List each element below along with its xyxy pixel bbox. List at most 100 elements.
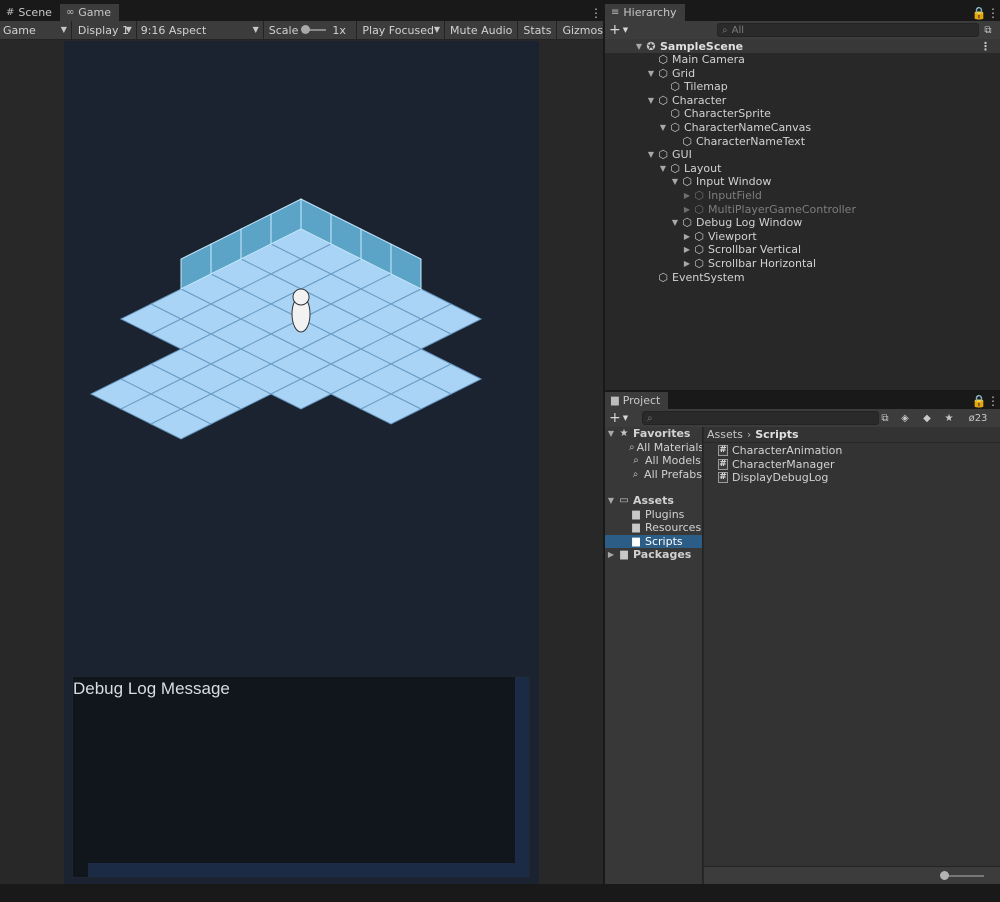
tab-project[interactable]: ▆ Project — [605, 392, 669, 409]
gameobject-cube-icon: ⬡ — [670, 121, 680, 134]
project-search-input[interactable]: ⌕ — [642, 411, 879, 425]
hidden-packages-toggle[interactable]: ø 23 — [963, 411, 993, 425]
hierarchy-item[interactable]: ▶ ⬡ InputField — [681, 189, 762, 202]
chevron-right-icon: › — [746, 428, 752, 441]
icon-size-slider[interactable] — [940, 871, 984, 880]
create-button[interactable]: + ▼ — [605, 21, 631, 39]
breadcrumb-assets[interactable]: Assets — [707, 428, 743, 441]
hierarchy-item[interactable]: ▼ ⬡ Grid — [645, 67, 695, 80]
display-dropdown[interactable]: Display 1 ▼ — [72, 21, 137, 39]
hierarchy-item[interactable]: ▶ ⬡ MultiPlayerGameController — [681, 203, 856, 216]
hierarchy-item[interactable]: ⬡ EventSystem — [645, 270, 745, 284]
file-character-manager[interactable]: # CharacterManager — [718, 458, 835, 471]
search-options-icon[interactable]: ⧉ — [980, 23, 996, 37]
game-canvas[interactable]: Debug Log Message — [64, 41, 539, 884]
hierarchy-item[interactable]: ▼ ⬡ CharacterNameCanvas — [657, 121, 811, 134]
fold-closed-icon[interactable]: ▶ — [605, 548, 617, 561]
file-display-debug-log[interactable]: # DisplayDebugLog — [718, 471, 828, 484]
favorite-all-prefabs[interactable]: ⌕ All Prefabs — [605, 468, 702, 481]
gameobject-cube-icon: ⬡ — [694, 229, 704, 243]
csharp-script-icon: # — [718, 445, 728, 456]
hierarchy-item[interactable]: ▶ ⬡ Scrollbar Horizontal — [681, 257, 816, 270]
fold-open-icon[interactable]: ▼ — [645, 94, 657, 107]
fold-closed-icon[interactable]: ▶ — [681, 257, 693, 270]
fold-closed-icon[interactable]: ▶ — [681, 189, 693, 202]
packages-folder-row[interactable]: ▶ ▆ Packages — [605, 548, 702, 561]
fold-open-icon[interactable]: ▼ — [605, 494, 617, 507]
view-mode-dropdown[interactable]: Game ▼ — [0, 21, 72, 39]
scrollbar-vertical[interactable] — [515, 677, 529, 864]
hierarchy-item[interactable]: ⬡ CharacterSprite — [657, 107, 771, 120]
create-asset-button[interactable]: + ▼ — [605, 409, 631, 427]
gamepad-icon: ∞ — [65, 7, 75, 18]
lock-icon[interactable]: 🔒 — [972, 4, 987, 21]
hierarchy-search-input[interactable]: ⌕ All — [717, 23, 979, 37]
gameobject-cube-icon: ⬡ — [694, 257, 704, 270]
csharp-script-icon: # — [718, 459, 728, 470]
hierarchy-item[interactable]: ⬡ Main Camera — [645, 53, 745, 66]
hierarchy-item[interactable]: ▼ ⬡ Character — [645, 94, 726, 107]
fold-open-icon[interactable]: ▼ — [645, 148, 657, 161]
scene-menu-icon[interactable]: ⋮ — [980, 40, 991, 53]
fold-open-icon[interactable]: ▼ — [657, 121, 669, 134]
hierarchy-item[interactable]: ▶ ⬡ Scrollbar Vertical — [681, 243, 801, 256]
scale-slider-group[interactable]: Scale 1x — [264, 21, 358, 39]
gameobject-cube-icon: ⬡ — [682, 216, 692, 230]
fold-open-icon[interactable]: ▼ — [669, 216, 681, 229]
panel-menu-icon[interactable]: ⋮ — [589, 4, 603, 21]
fold-open-icon[interactable]: ▼ — [645, 67, 657, 80]
gameobject-cube-icon: ⬡ — [694, 189, 704, 202]
play-mode-dropdown[interactable]: Play Focused ▼ — [357, 21, 446, 39]
project-panel: ▆ Project 🔒 ⋮ + ▼ ⌕ ⧉ ◈ ◆ ★ ø 23 ▼ ★ Favo… — [605, 392, 1000, 884]
filter-type-icon[interactable]: ◈ — [897, 411, 913, 425]
tab-scene[interactable]: # Scene — [0, 4, 60, 21]
hierarchy-item[interactable]: ▼ ⬡ Input Window — [669, 175, 771, 188]
csharp-script-icon: # — [718, 472, 728, 483]
hierarchy-item[interactable]: ▼ ⬡ Debug Log Window — [669, 216, 802, 229]
hierarchy-item-label: Main Camera — [672, 53, 745, 66]
gizmos-button[interactable]: Gizmos — [557, 21, 603, 39]
favorite-all-models[interactable]: ⌕ All Models — [605, 454, 702, 467]
scale-slider[interactable] — [301, 25, 327, 34]
label-tag-icon[interactable]: ◆ — [919, 411, 935, 425]
aspect-dropdown[interactable]: 9:16 Aspect ▼ — [137, 21, 264, 39]
folder-icon: ▆ — [632, 509, 640, 520]
breadcrumb-scripts[interactable]: Scripts — [755, 428, 798, 441]
folder-plugins[interactable]: ▆ Plugins — [605, 508, 702, 521]
hierarchy-item-label: InputField — [708, 189, 762, 202]
tab-hierarchy[interactable]: ≡ Hierarchy — [605, 4, 685, 21]
lock-icon[interactable]: 🔒 — [972, 392, 987, 409]
favorites-row[interactable]: ▼ ★ Favorites — [605, 427, 702, 440]
assets-folder-row[interactable]: ▼ ▭ Assets — [605, 494, 702, 507]
hierarchy-item[interactable]: ▼ ⬡ GUI — [645, 148, 692, 161]
folder-scripts[interactable]: ▆ Scripts — [605, 535, 702, 548]
scrollbar-horizontal[interactable] — [88, 863, 529, 877]
fold-open-icon[interactable]: ▼ — [669, 175, 681, 188]
fold-open-icon[interactable]: ▼ — [633, 40, 645, 53]
search-by-type-icon[interactable]: ⧉ — [877, 411, 893, 425]
fold-closed-icon[interactable]: ▶ — [681, 230, 693, 243]
scene-row[interactable]: ▼ ✪ SampleScene ⋮ — [605, 39, 1000, 53]
favorite-all-materials[interactable]: ⌕ All Materials — [605, 441, 702, 454]
hierarchy-item[interactable]: ⬡ Tilemap — [657, 80, 728, 93]
folder-resources[interactable]: ▆ Resources — [605, 521, 702, 534]
hierarchy-item[interactable]: ▶ ⬡ Viewport — [681, 230, 757, 243]
hierarchy-item[interactable]: ⬡ CharacterNameText — [669, 135, 805, 148]
gameobject-cube-icon: ⬡ — [670, 80, 680, 94]
tab-game[interactable]: ∞ Game — [59, 4, 120, 21]
fold-closed-icon[interactable]: ▶ — [681, 203, 693, 216]
dropdown-arrow-icon: ▼ — [125, 24, 132, 34]
panel-menu-icon[interactable]: ⋮ — [986, 392, 1000, 409]
fold-open-icon[interactable]: ▼ — [605, 427, 617, 440]
breadcrumb: Assets › Scripts — [704, 427, 1000, 443]
fold-open-icon[interactable]: ▼ — [657, 162, 669, 175]
mute-audio-button[interactable]: Mute Audio — [445, 21, 519, 39]
hierarchy-item[interactable]: ▼ ⬡ Layout — [657, 162, 721, 175]
favorite-star-icon[interactable]: ★ — [941, 411, 957, 425]
hierarchy-item-label: EventSystem — [672, 270, 745, 284]
file-character-animation[interactable]: # CharacterAnimation — [718, 444, 842, 457]
panel-menu-icon[interactable]: ⋮ — [986, 4, 1000, 21]
game-view: Debug Log Message — [0, 41, 603, 884]
stats-button[interactable]: Stats — [518, 21, 558, 39]
fold-closed-icon[interactable]: ▶ — [681, 243, 693, 256]
